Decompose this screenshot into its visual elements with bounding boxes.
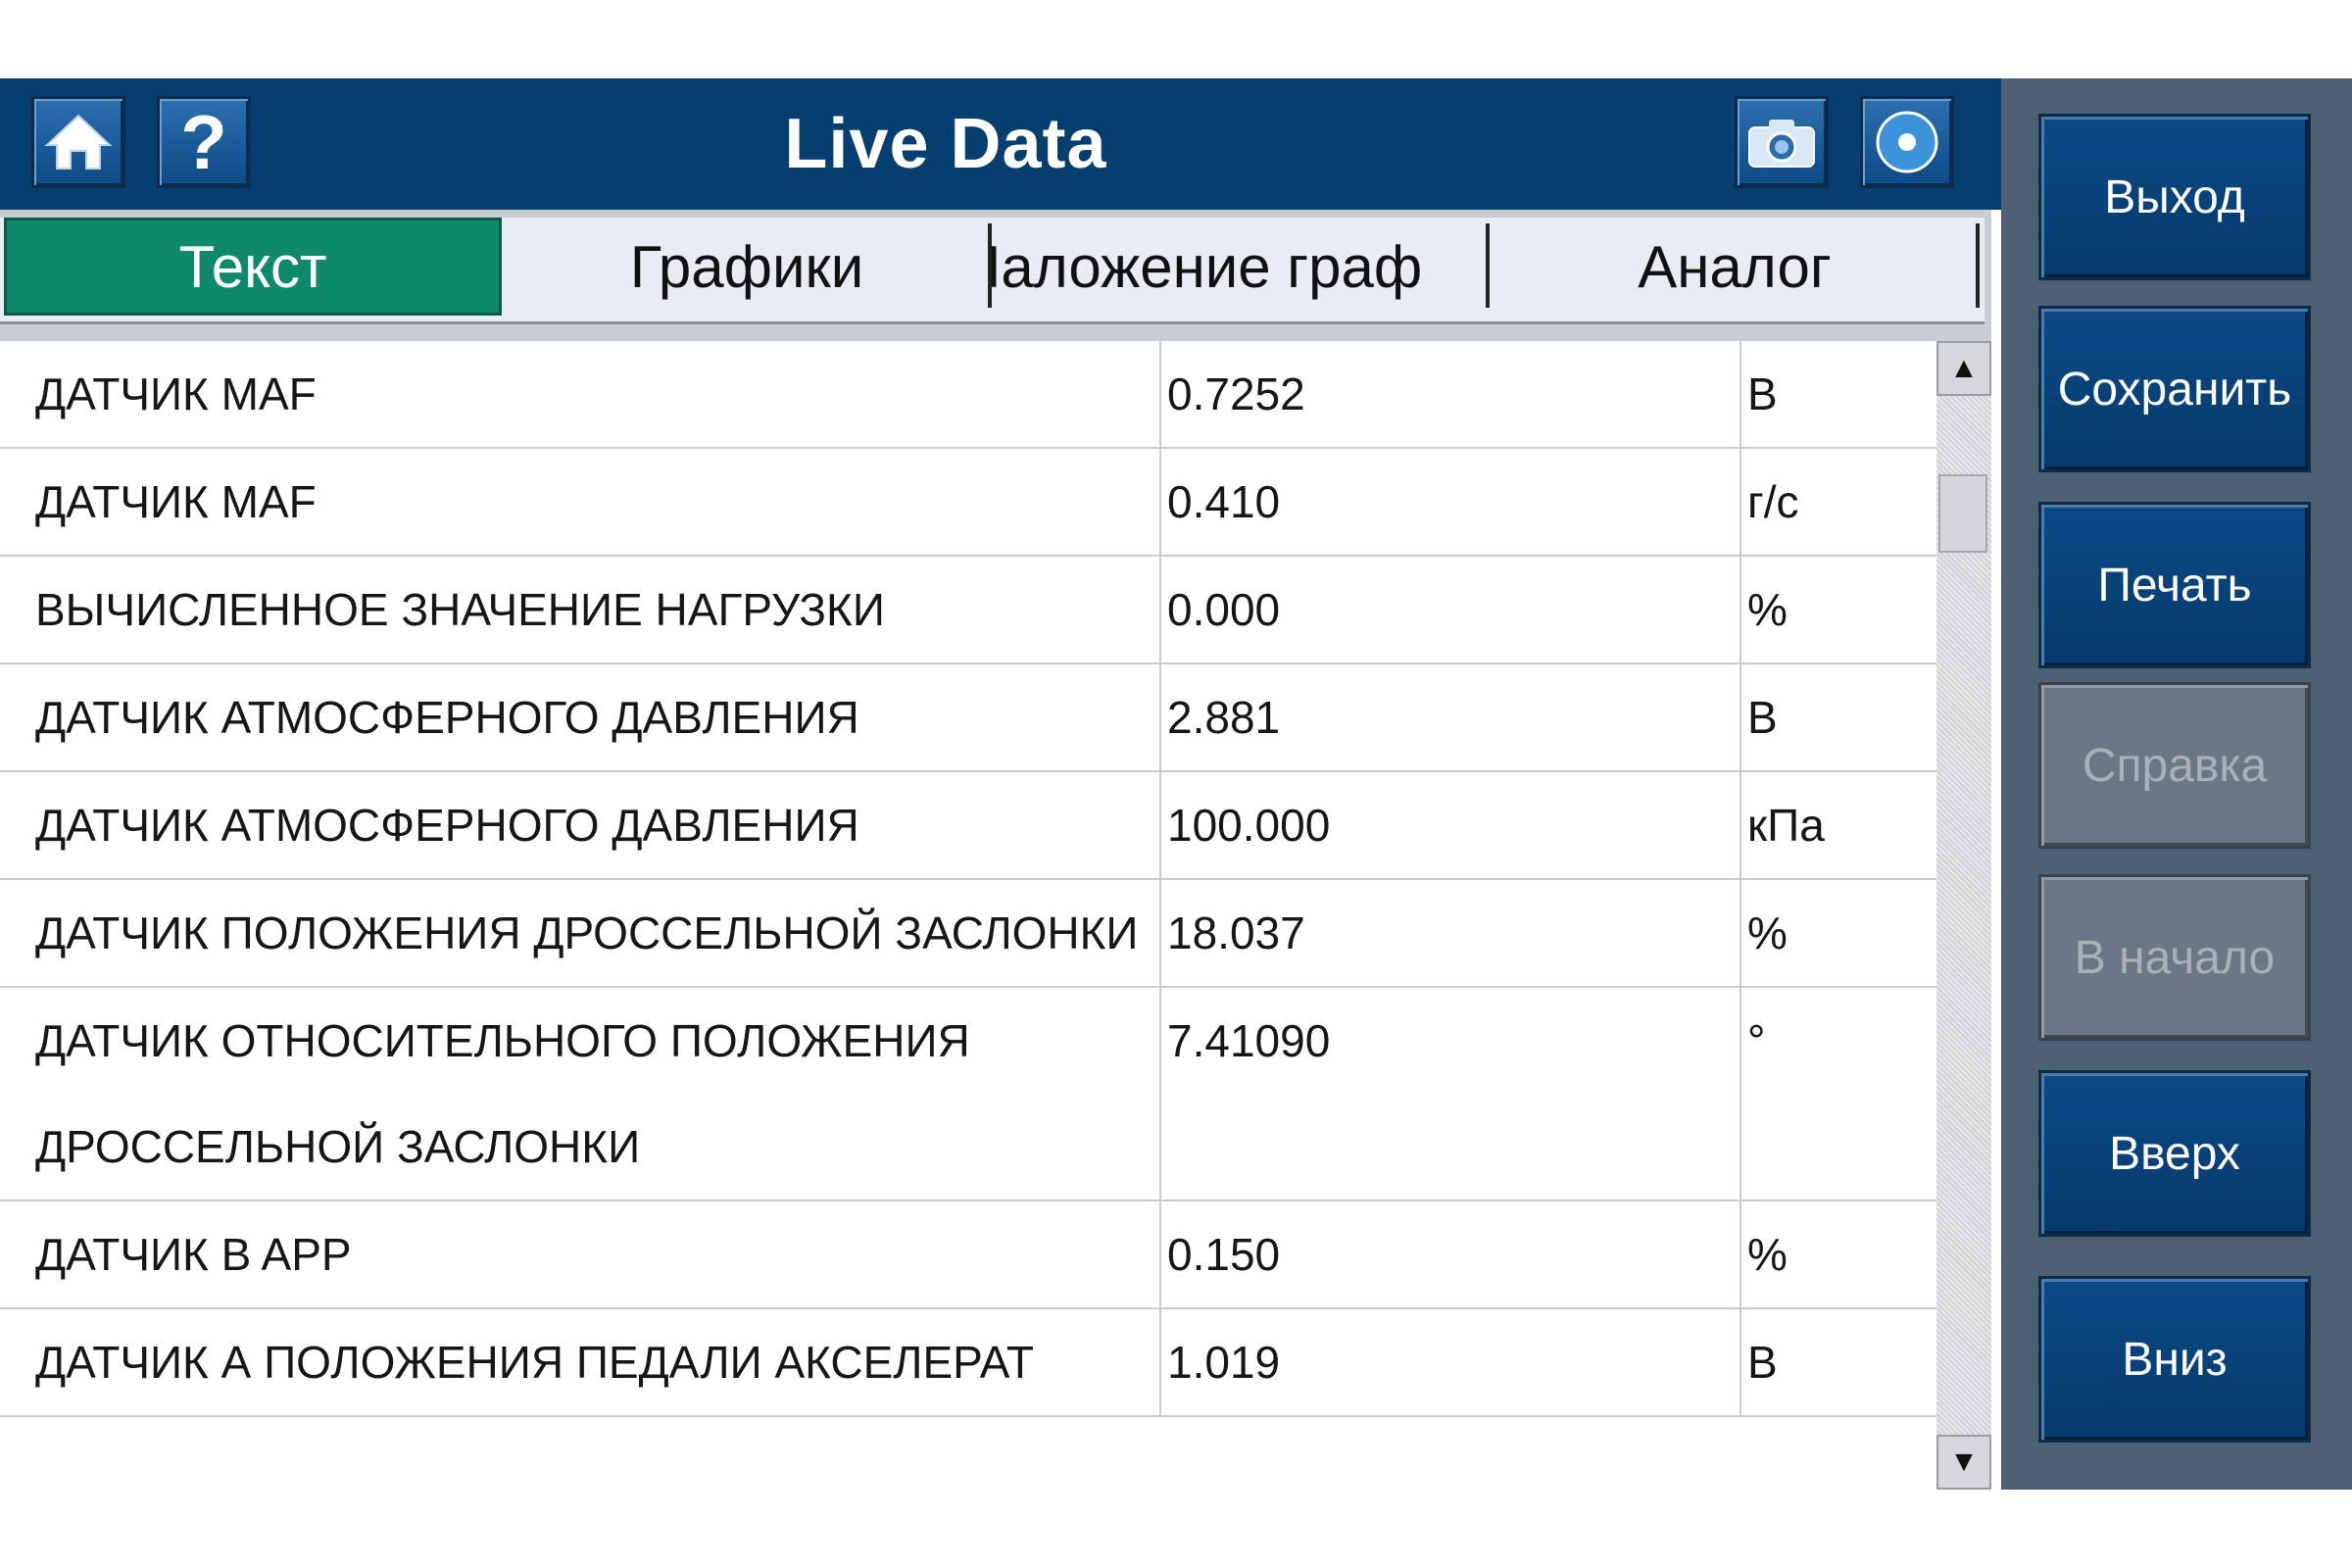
button-label: Выход	[2104, 171, 2245, 223]
parameter-value: 0.410	[1160, 448, 1741, 557]
parameter-value: 2.881	[1160, 663, 1741, 772]
tab-analog[interactable]: Аналог	[1490, 218, 1980, 316]
parameter-name: ДАТЧИК B APP	[0, 1200, 1161, 1309]
table-body: ДАТЧИК MAF 0.7252 В ДАТЧИК MAF 0.410 г/с ВЫЧИС…	[0, 341, 1936, 1417]
parameter-value: 0.7252	[1160, 341, 1741, 449]
parameter-value: 7.41090	[1160, 987, 1741, 1201]
table-row[interactable]: ДАТЧИК АТМОСФЕРНОГО ДАВЛЕНИЯ 2.881 В	[0, 663, 1936, 772]
tab-text-label: Текст	[178, 233, 327, 300]
home-icon	[44, 114, 113, 170]
button-label: Сохранить	[2057, 363, 2292, 416]
save-button[interactable]: Сохранить	[2038, 306, 2311, 472]
record-button[interactable]	[1860, 96, 1954, 188]
tab-overlay-label: Наложение граф	[992, 233, 1423, 300]
parameter-name: ДАТЧИК ПОЛОЖЕНИЯ ДРОССЕЛЬНОЙ ЗАСЛОНКИ	[0, 879, 1161, 988]
table-row[interactable]: ДАТЧИК MAF 0.410 г/с	[0, 448, 1936, 557]
button-label: Справка	[2082, 739, 2268, 792]
parameter-name: ВЫЧИСЛЕННОЕ ЗНАЧЕНИЕ НАГРУЗКИ	[0, 556, 1161, 664]
table-row[interactable]: ДАТЧИК ОТНОСИТЕЛЬНОГО ПОЛОЖЕНИЯ ДРОССЕЛЬ…	[0, 987, 1936, 1201]
parameter-name: ДАТЧИК А ПОЛОЖЕНИЯ ПЕДАЛИ АКСЕЛЕРАТ	[0, 1308, 1161, 1417]
arrow-down-icon: ▼	[1949, 1446, 1979, 1478]
parameter-value: 0.150	[1160, 1200, 1741, 1309]
parameter-unit: кПа	[1740, 771, 1936, 880]
tab-overlay[interactable]: Наложение граф	[992, 218, 1490, 316]
button-label: В начало	[2074, 931, 2276, 984]
parameter-value: 100.000	[1160, 771, 1741, 880]
parameter-name: ДАТЧИК MAF	[0, 341, 1161, 449]
screenshot-button[interactable]	[1735, 96, 1829, 188]
tab-divider	[1976, 223, 1980, 308]
help-reference-button[interactable]: Справка	[2038, 682, 2311, 849]
parameter-unit: %	[1740, 1200, 1936, 1309]
main-area: ? Live Data Текст Графики Наложение граф…	[0, 78, 2001, 1490]
go-to-start-button[interactable]: В начало	[2038, 874, 2311, 1041]
scroll-down-button[interactable]: ▼	[1936, 1435, 1991, 1490]
home-button[interactable]	[31, 96, 125, 188]
print-button[interactable]: Печать	[2038, 502, 2311, 668]
parameter-unit: %	[1740, 879, 1936, 988]
table-row[interactable]: ВЫЧИСЛЕННОЕ ЗНАЧЕНИЕ НАГРУЗКИ 0.000%	[0, 556, 1936, 664]
header-bar: ? Live Data	[0, 78, 2001, 210]
camera-icon	[1748, 120, 1815, 168]
parameter-name: ДАТЧИК АТМОСФЕРНОГО ДАВЛЕНИЯ	[0, 771, 1161, 880]
page-up-button[interactable]: Вверх	[2038, 1070, 2311, 1237]
button-label: Вниз	[2122, 1333, 2228, 1386]
side-panel: Выход Сохранить Печать Справка В начало …	[2001, 78, 2352, 1490]
parameter-value: 18.037	[1160, 879, 1741, 988]
table-row[interactable]: ДАТЧИК B APP 0.150%	[0, 1200, 1936, 1309]
scroll-up-button[interactable]: ▲	[1936, 341, 1991, 396]
button-label: Печать	[2097, 559, 2252, 612]
table-row[interactable]: ДАТЧИК MAF 0.7252 В	[0, 341, 1936, 449]
parameter-name: ДАТЧИК ОТНОСИТЕЛЬНОГО ПОЛОЖЕНИЯ ДРОССЕЛЬ…	[0, 987, 1161, 1201]
scrollbar-thumb[interactable]	[1938, 474, 1987, 553]
tab-graphs-label: Графики	[629, 233, 864, 300]
page-title: Live Data	[784, 105, 1107, 183]
tab-graphs[interactable]: Графики	[502, 218, 992, 316]
parameter-unit: В	[1740, 1308, 1936, 1417]
live-data-table: ДАТЧИК MAF 0.7252 В ДАТЧИК MAF 0.410 г/с ВЫЧИС…	[0, 341, 1936, 1490]
app-window: ? Live Data Текст Графики Наложение граф…	[0, 78, 2352, 1490]
tab-analog-label: Аналог	[1638, 233, 1832, 300]
parameter-unit: %	[1740, 556, 1936, 664]
help-button[interactable]: ?	[157, 96, 251, 188]
parameter-unit: г/с	[1740, 448, 1936, 557]
exit-button[interactable]: Выход	[2038, 114, 2311, 280]
parameter-value: 1.019	[1160, 1308, 1741, 1417]
parameter-unit: В	[1740, 341, 1936, 449]
tab-strip: Текст Графики Наложение граф Аналог	[0, 218, 1984, 324]
tab-text[interactable]: Текст	[4, 218, 502, 316]
table-row[interactable]: ДАТЧИК А ПОЛОЖЕНИЯ ПЕДАЛИ АКСЕЛЕРАТ 1.019…	[0, 1308, 1936, 1417]
parameter-name: ДАТЧИК АТМОСФЕРНОГО ДАВЛЕНИЯ	[0, 663, 1161, 772]
vertical-scrollbar[interactable]: ▲ ▼	[1936, 341, 1991, 1490]
page-down-button[interactable]: Вниз	[2038, 1276, 2311, 1443]
table-row[interactable]: ДАТЧИК АТМОСФЕРНОГО ДАВЛЕНИЯ 100.000 кПа	[0, 771, 1936, 880]
button-label: Вверх	[2109, 1127, 2240, 1180]
help-icon: ?	[180, 99, 227, 185]
parameter-value: 0.000	[1160, 556, 1741, 664]
parameter-unit: °	[1740, 987, 1936, 1201]
table-row[interactable]: ДАТЧИК ПОЛОЖЕНИЯ ДРОССЕЛЬНОЙ ЗАСЛОНКИ 18.…	[0, 879, 1936, 988]
record-icon	[1876, 111, 1938, 173]
arrow-up-icon: ▲	[1949, 352, 1979, 384]
parameter-unit: В	[1740, 663, 1936, 772]
parameter-name: ДАТЧИК MAF	[0, 448, 1161, 557]
data-table: ДАТЧИК MAF 0.7252 В ДАТЧИК MAF 0.410 г/с ВЫЧИС…	[0, 341, 1936, 1417]
